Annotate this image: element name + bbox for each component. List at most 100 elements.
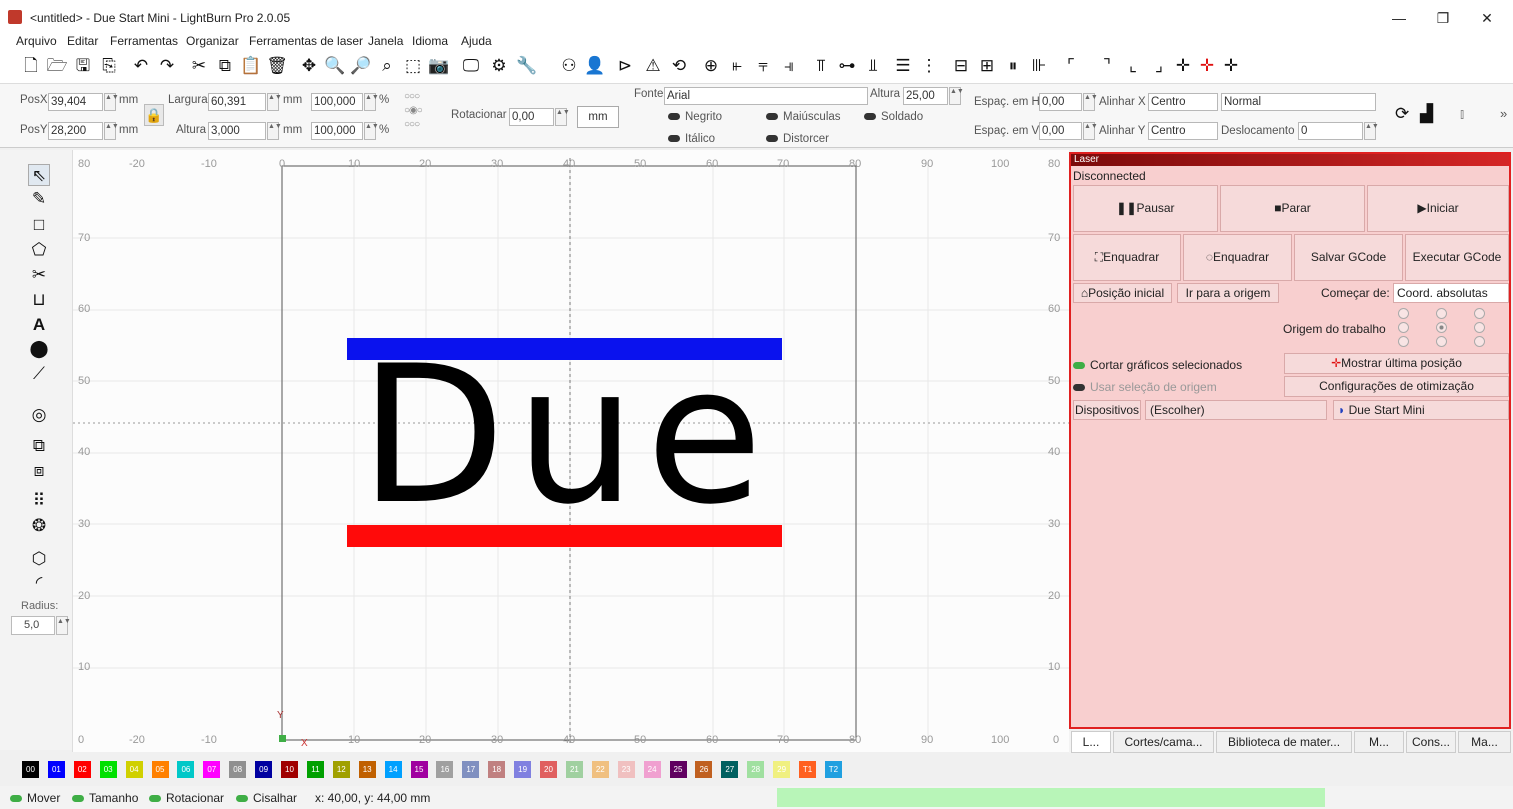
- fillet-icon[interactable]: ⬡: [28, 548, 50, 570]
- menu-arquivo[interactable]: Arquivo: [16, 34, 57, 48]
- save-gcode-button[interactable]: Salvar GCode: [1294, 234, 1403, 281]
- polygon-tool-icon[interactable]: ⬠: [28, 239, 50, 261]
- color-swatch[interactable]: 12: [332, 761, 350, 778]
- color-swatch[interactable]: 21: [565, 761, 583, 778]
- menu-editar[interactable]: Editar: [67, 34, 98, 48]
- font-height-input[interactable]: 25,00: [903, 87, 948, 105]
- uppercase-toggle[interactable]: Maiúsculas: [766, 111, 841, 123]
- rotate-toggle[interactable]: Rotacionar: [149, 791, 224, 805]
- port-select[interactable]: (Escolher): [1145, 400, 1327, 420]
- start-from-select[interactable]: Coord. absolutas: [1393, 283, 1509, 303]
- zoom-out-icon[interactable]: 🔎: [350, 55, 372, 77]
- text-style-select[interactable]: Normal: [1221, 93, 1376, 111]
- home-button[interactable]: ⌂Posição inicial: [1073, 283, 1172, 303]
- color-swatch[interactable]: 16: [436, 761, 454, 778]
- distribute-h-icon[interactable]: ☰: [892, 55, 914, 77]
- center-h-icon[interactable]: ⏸: [1002, 55, 1024, 77]
- laser-position-icon[interactable]: ✛: [1196, 55, 1218, 77]
- align-right-icon[interactable]: ⫣: [778, 55, 800, 77]
- due-logo-text[interactable]: Due: [341, 336, 791, 536]
- origin-radio-selected[interactable]: [1436, 322, 1447, 333]
- color-swatch[interactable]: 23: [617, 761, 635, 778]
- frame-button[interactable]: ⛶Enquadrar: [1073, 234, 1181, 281]
- color-swatch[interactable]: 26: [695, 761, 713, 778]
- color-swatch[interactable]: 13: [358, 761, 376, 778]
- space-h-icon[interactable]: ⊟: [950, 55, 972, 77]
- overflow-chevron-icon[interactable]: »: [1500, 106, 1507, 121]
- color-swatch[interactable]: 17: [462, 761, 480, 778]
- align-middle-icon[interactable]: ⊶: [836, 55, 858, 77]
- run-gcode-button[interactable]: Executar GCode: [1405, 234, 1509, 281]
- tab-move[interactable]: M...: [1354, 731, 1404, 753]
- largura-input[interactable]: 60,391: [208, 93, 266, 111]
- corner-bl-icon[interactable]: ⌞: [1122, 55, 1144, 77]
- move-toggle[interactable]: Mover: [10, 791, 60, 805]
- offset-input[interactable]: 0: [1298, 122, 1363, 140]
- start-button[interactable]: ▶Iniciar: [1367, 185, 1509, 232]
- tab-more[interactable]: Ma...: [1458, 731, 1511, 753]
- corner-round-icon[interactable]: ◜: [28, 572, 50, 594]
- distort-toggle[interactable]: Distorcer: [766, 133, 829, 145]
- undo-icon[interactable]: ↶: [130, 55, 152, 77]
- pause-button[interactable]: ❚❚Pausar: [1073, 185, 1218, 232]
- lock-icon[interactable]: 🔒: [144, 104, 164, 126]
- delete-icon[interactable]: 🗑: [266, 55, 288, 77]
- design-canvas[interactable]: -20 -10 0 10 20 30 40 50 60 70 80 90 100…: [72, 150, 1070, 752]
- color-swatch[interactable]: 10: [281, 761, 298, 778]
- export-icon[interactable]: ⎘: [98, 55, 120, 77]
- origin-radio[interactable]: [1398, 322, 1409, 333]
- color-swatch[interactable]: 14: [384, 761, 402, 778]
- welded-toggle[interactable]: Soldado: [864, 111, 923, 123]
- origin-radio[interactable]: [1474, 336, 1485, 347]
- scale-y-spinner[interactable]: ▲▼: [364, 122, 379, 140]
- zoom-fit-icon[interactable]: ⌕: [376, 55, 398, 77]
- optimization-settings-button[interactable]: Configurações de otimização: [1284, 376, 1509, 397]
- menu-organizar[interactable]: Organizar: [186, 34, 239, 48]
- italic-toggle[interactable]: Itálico: [668, 133, 715, 145]
- tab-cuts-layers[interactable]: Cortes/cama...: [1113, 731, 1214, 753]
- posx-spinner[interactable]: ▲▼: [104, 93, 119, 111]
- node-edit-tool-icon[interactable]: ✂: [28, 264, 50, 286]
- menu-ferramentas-de-laser[interactable]: Ferramentas de laser: [249, 34, 363, 48]
- scale-x-input[interactable]: 100,000: [311, 93, 363, 111]
- tab-laser[interactable]: L...: [1071, 731, 1111, 753]
- layout-icon[interactable]: ⫾: [1460, 106, 1464, 122]
- altura-input[interactable]: 3,000: [208, 122, 266, 140]
- zoom-selection-icon[interactable]: ⬚: [402, 55, 424, 77]
- ruler-tool-icon[interactable]: ⟋: [28, 363, 50, 385]
- color-swatch[interactable]: 19: [514, 761, 532, 778]
- ungroup-icon[interactable]: 👤: [584, 55, 606, 77]
- target-icon[interactable]: ⊕: [700, 55, 722, 77]
- redo-icon[interactable]: ↷: [156, 55, 178, 77]
- color-swatch[interactable]: 00: [22, 761, 39, 778]
- tab-console[interactable]: Cons...: [1406, 731, 1456, 753]
- group-icon[interactable]: ⚇: [558, 55, 580, 77]
- menu-ferramentas[interactable]: Ferramentas: [110, 34, 178, 48]
- align-top-icon[interactable]: ⫪: [810, 55, 832, 77]
- distribute-v-icon[interactable]: ⋮: [918, 55, 940, 77]
- boolean-union-icon[interactable]: ⧉: [28, 435, 50, 457]
- rotate-icon[interactable]: ⟲: [668, 55, 690, 77]
- zoom-in-icon[interactable]: 🔍: [324, 55, 346, 77]
- stop-button[interactable]: ■Parar: [1220, 185, 1365, 232]
- move-icon[interactable]: ✥: [298, 55, 320, 77]
- text-tool-icon[interactable]: A: [28, 314, 50, 336]
- devices-button[interactable]: Dispositivos: [1073, 400, 1141, 420]
- corner-br-icon[interactable]: ⌟: [1148, 55, 1170, 77]
- color-swatch[interactable]: 09: [255, 761, 273, 778]
- origin-radio[interactable]: [1436, 308, 1447, 319]
- pen-tool-icon[interactable]: ✎: [28, 188, 50, 210]
- open-folder-icon[interactable]: 🗁: [46, 55, 68, 77]
- font-select[interactable]: Arial: [664, 87, 868, 105]
- grid-array-icon[interactable]: ⠿: [28, 490, 50, 512]
- align-bottom-icon[interactable]: ⫫: [862, 55, 884, 77]
- origin-radio[interactable]: [1398, 308, 1409, 319]
- color-swatch[interactable]: 27: [721, 761, 739, 778]
- center-v-icon[interactable]: ⊪: [1028, 55, 1050, 77]
- color-swatch[interactable]: T2: [824, 761, 842, 778]
- offset-spinner[interactable]: ▲▼: [1364, 122, 1379, 140]
- use-selection-origin-toggle[interactable]: Usar seleção de origem: [1073, 380, 1217, 394]
- save-icon[interactable]: 🖫: [72, 55, 94, 77]
- settings-gears-icon[interactable]: ⚙: [488, 55, 510, 77]
- corner-tr-icon[interactable]: ⌝: [1096, 55, 1118, 77]
